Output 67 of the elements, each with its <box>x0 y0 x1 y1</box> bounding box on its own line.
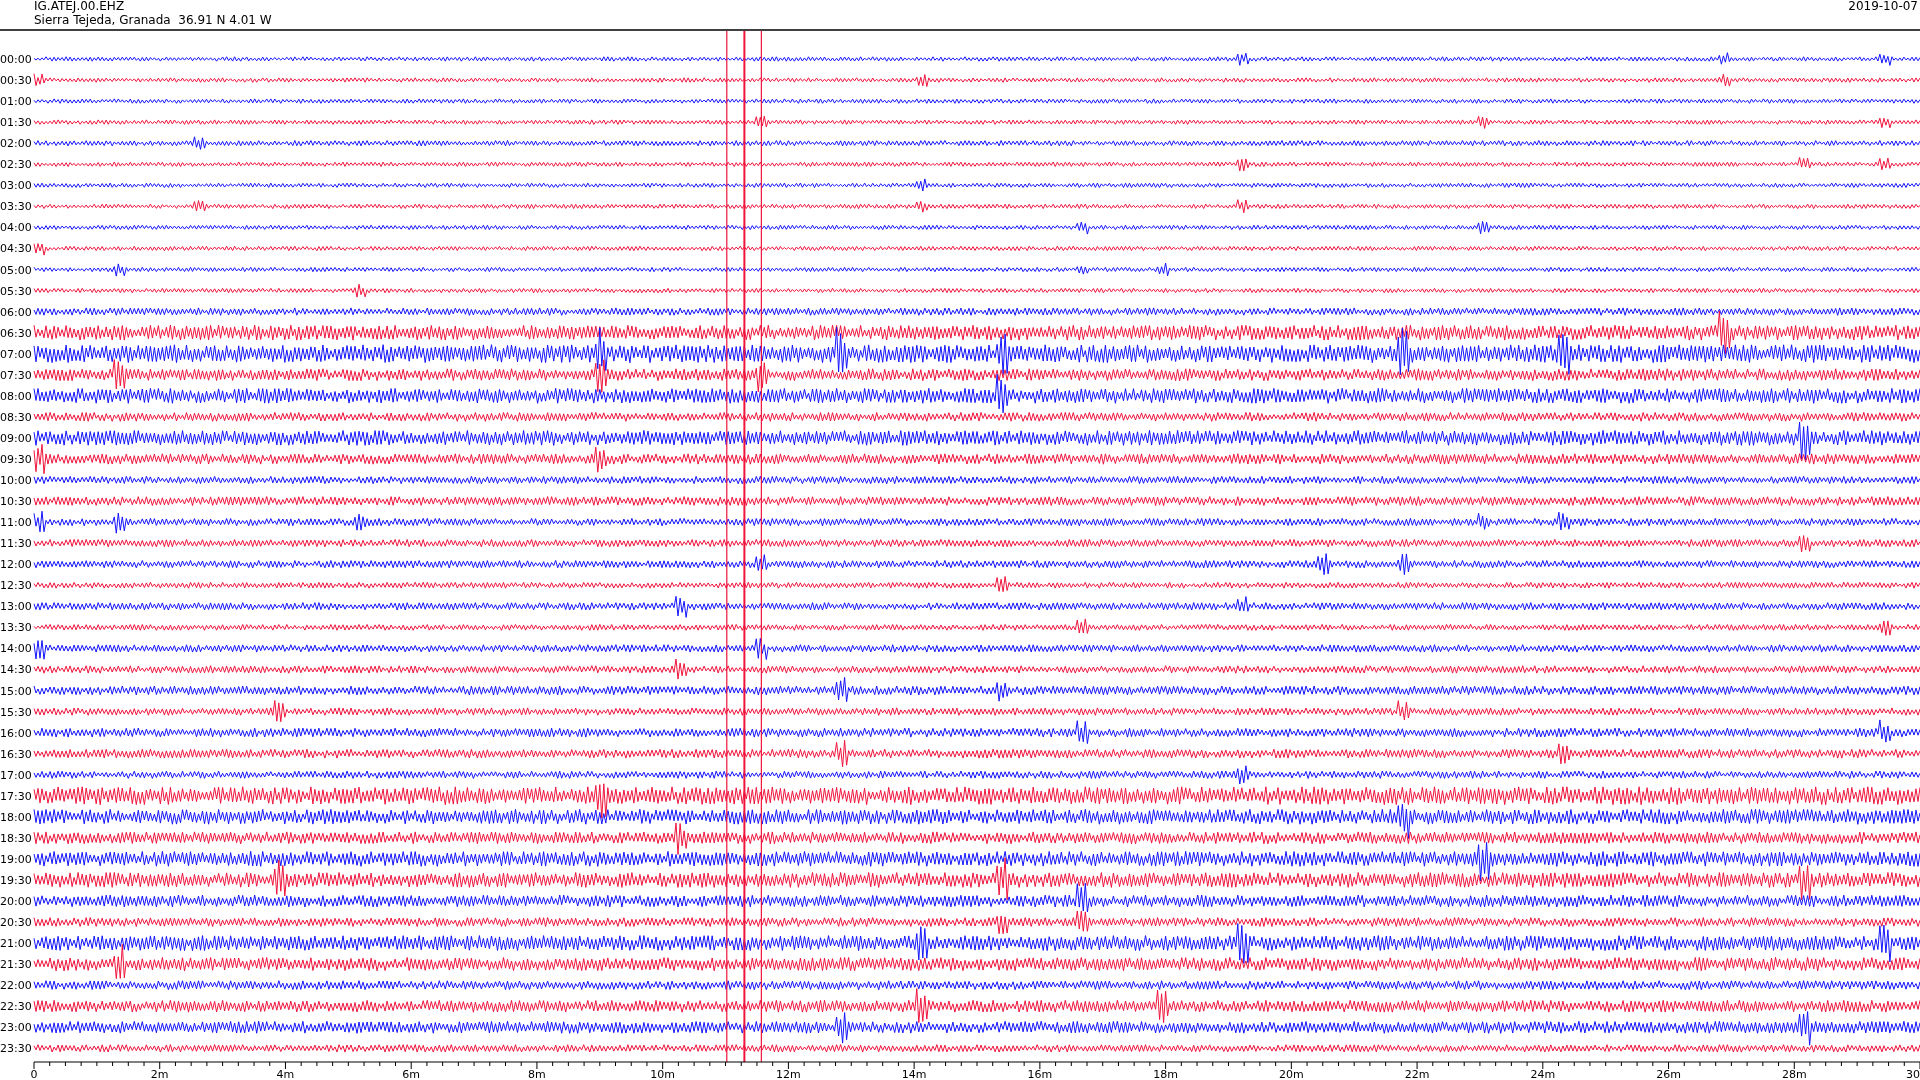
time-label: 21:00 <box>0 937 32 951</box>
axis-tick-label: 16m <box>1027 1068 1053 1080</box>
time-label: 06:00 <box>0 305 32 319</box>
time-label: 07:30 <box>0 368 32 382</box>
time-label: 15:00 <box>0 684 32 698</box>
axis-tick-label: 0 <box>30 1068 38 1080</box>
axis-tick-label: 20m <box>1278 1068 1304 1080</box>
axis-tick-label: 26m <box>1656 1068 1681 1080</box>
time-label: 15:30 <box>0 705 32 719</box>
time-label: 13:30 <box>0 621 32 635</box>
time-label: 05:30 <box>0 284 32 298</box>
time-label: 12:00 <box>0 558 32 572</box>
station-location: Sierra Tejeda, Granada 36.91 N 4.01 W <box>34 13 272 27</box>
time-label: 13:00 <box>0 600 32 614</box>
time-label: 03:30 <box>0 200 32 214</box>
time-label: 11:30 <box>0 537 32 551</box>
time-label: 01:00 <box>0 95 32 109</box>
axis-tick-label: 8m <box>528 1068 546 1080</box>
time-label: 16:30 <box>0 747 32 761</box>
time-label: 19:00 <box>0 852 32 866</box>
time-label: 22:00 <box>0 979 32 993</box>
time-label: 06:30 <box>0 326 32 340</box>
axis-tick-label: 22m <box>1404 1068 1430 1080</box>
time-label: 07:00 <box>0 347 32 361</box>
time-label: 16:00 <box>0 726 32 740</box>
time-label: 11:00 <box>0 516 32 530</box>
time-label: 04:30 <box>0 242 32 256</box>
time-label: 14:30 <box>0 663 32 677</box>
time-label: 19:30 <box>0 873 32 887</box>
axis-tick-label: 28m <box>1781 1068 1807 1080</box>
time-label: 00:30 <box>0 74 32 88</box>
plot-date: 2019-10-07 <box>1848 0 1918 13</box>
time-label: 21:30 <box>0 958 32 972</box>
time-label: 12:30 <box>0 579 32 593</box>
axis-tick-label: 24m <box>1530 1068 1556 1080</box>
time-label: 08:30 <box>0 410 32 424</box>
time-label: 10:30 <box>0 495 32 509</box>
time-label: 02:00 <box>0 137 32 151</box>
axis-tick-label: 4m <box>276 1068 295 1080</box>
axis-tick-label: 6m <box>402 1068 421 1080</box>
axis-tick-label: 2m <box>150 1068 169 1080</box>
time-label: 20:30 <box>0 916 32 930</box>
time-label: 18:00 <box>0 810 32 824</box>
time-label: 02:30 <box>0 158 32 172</box>
time-label: 14:00 <box>0 642 32 656</box>
time-label: 05:00 <box>0 263 32 277</box>
time-label: 09:30 <box>0 452 32 466</box>
time-label: 01:30 <box>0 116 32 130</box>
time-label: 03:00 <box>0 179 32 193</box>
time-label: 23:30 <box>0 1042 32 1056</box>
axis-tick-label: 10m <box>650 1068 676 1080</box>
time-label: 20:00 <box>0 895 32 908</box>
time-label: 23:00 <box>0 1021 32 1035</box>
time-label: 04:00 <box>0 221 32 235</box>
time-label: 17:30 <box>0 789 32 803</box>
time-label: 22:30 <box>0 1000 32 1014</box>
time-label: 10:00 <box>0 474 32 487</box>
time-label: 17:00 <box>0 768 32 782</box>
axis-tick-label: 18m <box>1153 1068 1178 1080</box>
time-label: 08:00 <box>0 389 32 403</box>
station-code: IG.ATEJ.00.EHZ <box>34 0 125 13</box>
axis-tick-label: 30 <box>1906 1068 1920 1080</box>
time-label: 18:30 <box>0 831 32 845</box>
time-label: 00:00 <box>0 53 32 66</box>
axis-tick-label: 12m <box>776 1068 801 1080</box>
time-label: 09:00 <box>0 431 32 445</box>
axis-tick-label: 14m <box>901 1068 927 1080</box>
